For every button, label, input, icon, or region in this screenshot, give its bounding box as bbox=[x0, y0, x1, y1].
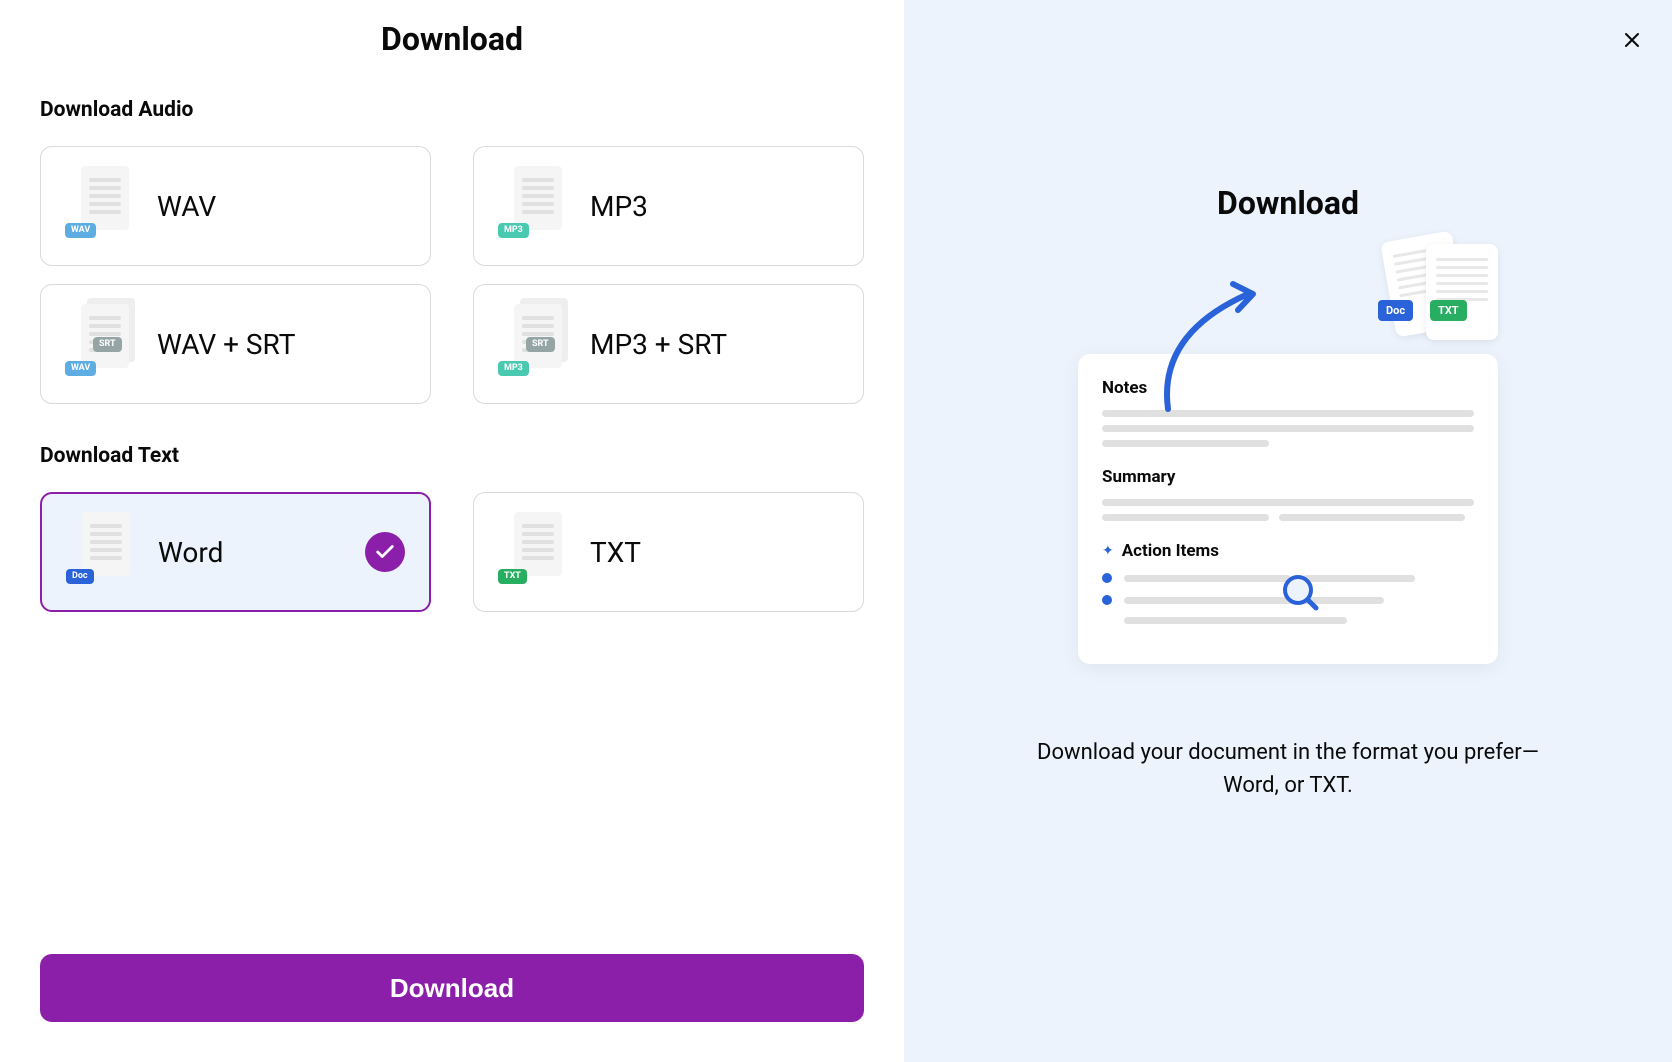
file-stack-illustration: Doc TXT bbox=[1378, 244, 1538, 354]
download-illustration: Doc TXT Notes Summary bbox=[1078, 254, 1498, 664]
info-panel: Download Doc TXT Notes Summary bbox=[904, 0, 1672, 1062]
option-label: MP3 bbox=[590, 190, 648, 223]
option-label: MP3 + SRT bbox=[590, 328, 727, 361]
mp3-file-icon: MP3 bbox=[498, 166, 562, 246]
option-label: WAV + SRT bbox=[157, 328, 295, 361]
info-title: Download bbox=[1217, 184, 1359, 222]
option-txt[interactable]: TXT TXT bbox=[473, 492, 864, 612]
option-mp3[interactable]: MP3 MP3 bbox=[473, 146, 864, 266]
sparkle-icon: ✦ bbox=[1102, 543, 1114, 559]
mp3-srt-file-icon: SRT MP3 bbox=[498, 304, 562, 384]
wav-file-icon: WAV bbox=[65, 166, 129, 246]
audio-options-grid: WAV WAV MP3 MP3 SRT WAV WAV + SRT bbox=[40, 146, 864, 404]
option-label: WAV bbox=[157, 190, 216, 223]
magnifier-icon bbox=[1278, 572, 1322, 616]
option-wav[interactable]: WAV WAV bbox=[40, 146, 431, 266]
action-items-heading: Action Items bbox=[1122, 541, 1219, 561]
summary-heading: Summary bbox=[1102, 467, 1474, 487]
arrow-icon bbox=[1148, 274, 1288, 414]
document-preview-card: Doc TXT Notes Summary bbox=[1078, 354, 1498, 664]
option-wav-srt[interactable]: SRT WAV WAV + SRT bbox=[40, 284, 431, 404]
txt-file-icon: TXT bbox=[498, 512, 562, 592]
option-label: TXT bbox=[590, 536, 641, 569]
check-icon bbox=[365, 532, 405, 572]
page-title: Download bbox=[40, 20, 864, 58]
download-options-panel: Download Download Audio WAV WAV MP3 MP3 … bbox=[0, 0, 904, 1062]
option-mp3-srt[interactable]: SRT MP3 MP3 + SRT bbox=[473, 284, 864, 404]
option-word[interactable]: Doc Word bbox=[40, 492, 431, 612]
close-icon[interactable] bbox=[1620, 28, 1644, 56]
word-file-icon: Doc bbox=[66, 512, 130, 592]
text-options-grid: Doc Word TXT TXT bbox=[40, 492, 864, 612]
info-description: Download your document in the format you… bbox=[1018, 736, 1558, 802]
audio-section-title: Download Audio bbox=[40, 98, 864, 122]
option-label: Word bbox=[158, 536, 223, 569]
wav-srt-file-icon: SRT WAV bbox=[65, 304, 129, 384]
text-section-title: Download Text bbox=[40, 444, 864, 468]
download-button[interactable]: Download bbox=[40, 954, 864, 1022]
